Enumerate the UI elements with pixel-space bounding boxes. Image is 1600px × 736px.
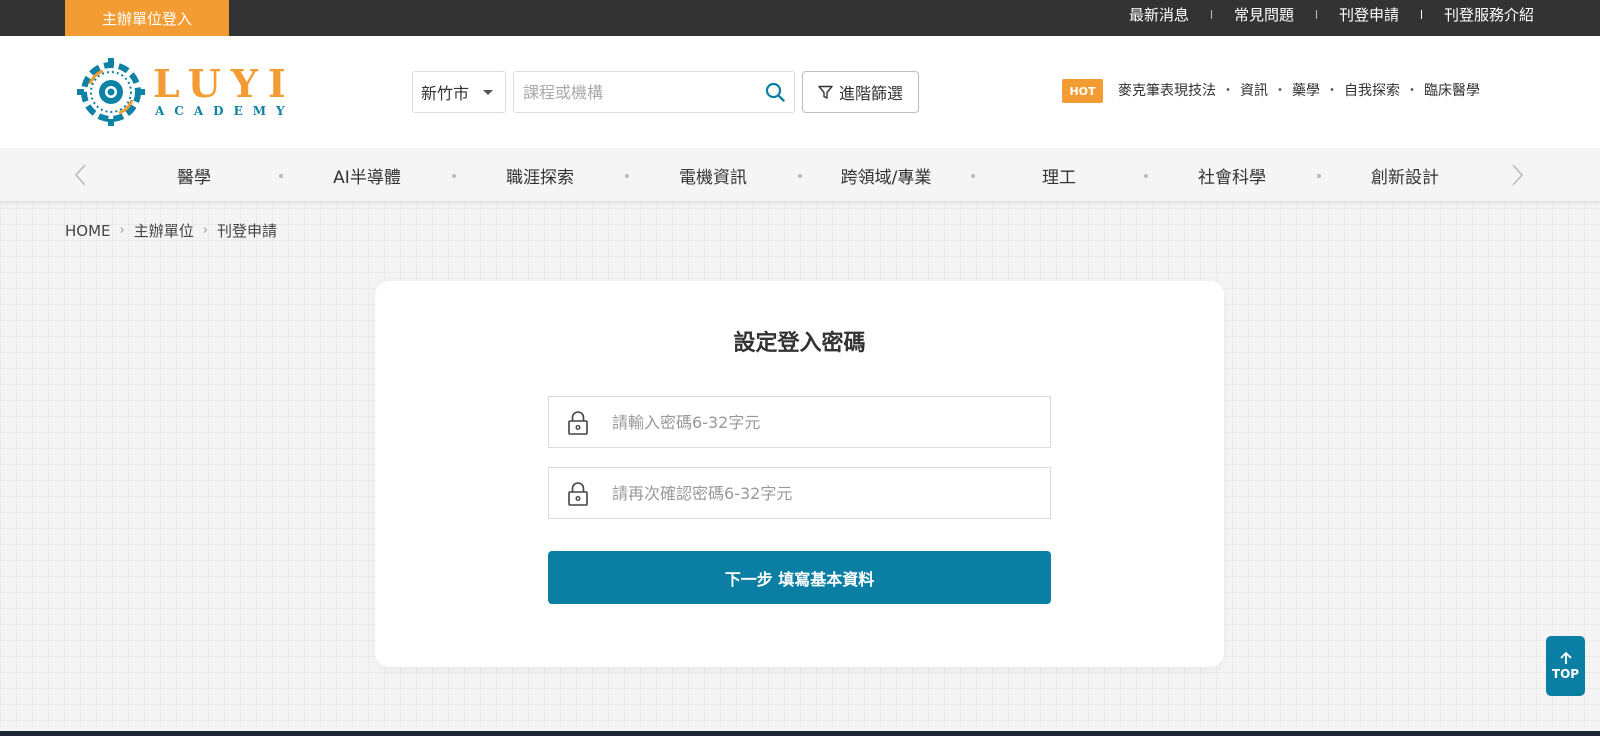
hot-keyword[interactable]: 麥克筆表現技法 [1118,80,1216,100]
logo-subtitle: ACADEMY [155,104,295,118]
hot-keyword[interactable]: 藥學 [1292,80,1320,100]
top-link-faq[interactable]: 常見問題 [1234,4,1294,25]
logo-gear-icon [77,58,145,126]
back-to-top-label: TOP [1551,667,1580,681]
category-separator [279,174,283,178]
top-link-service-intro[interactable]: 刊登服務介紹 [1444,4,1534,25]
divider [1420,9,1422,19]
filter-icon [818,85,833,99]
category-item-science-engineering[interactable]: 理工 [989,148,1129,202]
city-select[interactable]: 新竹市 [412,71,506,113]
confirm-password-input[interactable] [612,468,1032,518]
category-separator [971,174,975,178]
top-bar: 主辦單位登入 最新消息 常見問題 刊登申請 刊登服務介紹 [0,0,1600,36]
top-link-apply[interactable]: 刊登申請 [1339,4,1399,25]
category-item-ai-semiconductor[interactable]: AI半導體 [297,148,437,202]
hot-separator: ・ [1405,83,1419,99]
hot-keyword[interactable]: 臨床醫學 [1424,80,1480,100]
hot-keywords: 麥克筆表現技法 ・ 資訊 ・ 藥學 ・ 自我探索 ・ 臨床醫學 [1118,80,1480,100]
back-to-top-button[interactable]: TOP [1546,636,1585,696]
chevron-right-icon[interactable] [1506,164,1528,186]
chevron-left-icon[interactable] [70,164,92,186]
category-nav: 醫學 AI半導體 職涯探索 電機資訊 跨領域/專業 理工 社會科學 創新設計 [0,148,1600,202]
hot-separator: ・ [1221,83,1235,99]
category-separator [452,174,456,178]
divider [1210,9,1212,19]
category-item-medicine[interactable]: 醫學 [124,148,264,202]
search-box [513,71,795,113]
top-link-news[interactable]: 最新消息 [1129,4,1189,25]
advanced-filter-label: 進階篩選 [838,84,903,103]
site-logo[interactable]: LUYI ACADEMY [73,56,286,128]
category-separator [1317,174,1321,178]
advanced-filter-button[interactable]: 進階篩選 [802,71,919,113]
password-field [548,396,1051,448]
hot-keyword[interactable]: 資訊 [1240,80,1268,100]
chevron-down-icon [483,90,493,95]
hot-keyword[interactable]: 自我探索 [1344,80,1400,100]
password-card: 設定登入密碼 下一步 填寫基本資料 [375,281,1224,667]
arrow-up-icon [1559,651,1572,664]
divider [1315,9,1317,19]
top-links: 最新消息 常見問題 刊登申請 刊登服務介紹 [1129,0,1534,28]
search-input[interactable] [514,72,744,112]
category-item-social-science[interactable]: 社會科學 [1162,148,1302,202]
hot-separator: ・ [1273,83,1287,99]
organizer-login-button[interactable]: 主辦單位登入 [65,0,229,36]
category-separator [625,174,629,178]
breadcrumb-current: 刊登申請 [216,222,277,240]
next-step-button[interactable]: 下一步 填寫基本資料 [548,551,1051,604]
footer-edge [0,731,1600,736]
city-select-value: 新竹市 [421,84,470,103]
hot-badge: HOT [1062,79,1103,103]
header: LUYI ACADEMY 新竹市 進階篩選 HOT 麥克筆表現技法 ・ 資訊 ・… [0,36,1600,148]
category-separator [798,174,802,178]
category-separator [1144,174,1148,178]
breadcrumb-organizer[interactable]: 主辦單位 [134,220,194,241]
chevron-right-icon: › [202,223,208,238]
breadcrumb: HOME › 主辦單位 › 刊登申請 [65,220,277,241]
lock-icon [568,482,588,506]
password-input[interactable] [612,397,1032,447]
search-icon[interactable] [765,82,785,102]
confirm-password-field [548,467,1051,519]
hot-separator: ・ [1325,83,1339,99]
category-item-innovative-design[interactable]: 創新設計 [1335,148,1475,202]
category-item-interdisciplinary[interactable]: 跨領域/專業 [816,148,956,202]
category-item-eecs[interactable]: 電機資訊 [643,148,783,202]
breadcrumb-home[interactable]: HOME [65,222,111,240]
category-item-career[interactable]: 職涯探索 [470,148,610,202]
page-title: 設定登入密碼 [733,331,866,356]
lock-icon [568,411,588,435]
logo-wordmark: LUYI [153,61,296,106]
chevron-right-icon: › [119,223,125,238]
